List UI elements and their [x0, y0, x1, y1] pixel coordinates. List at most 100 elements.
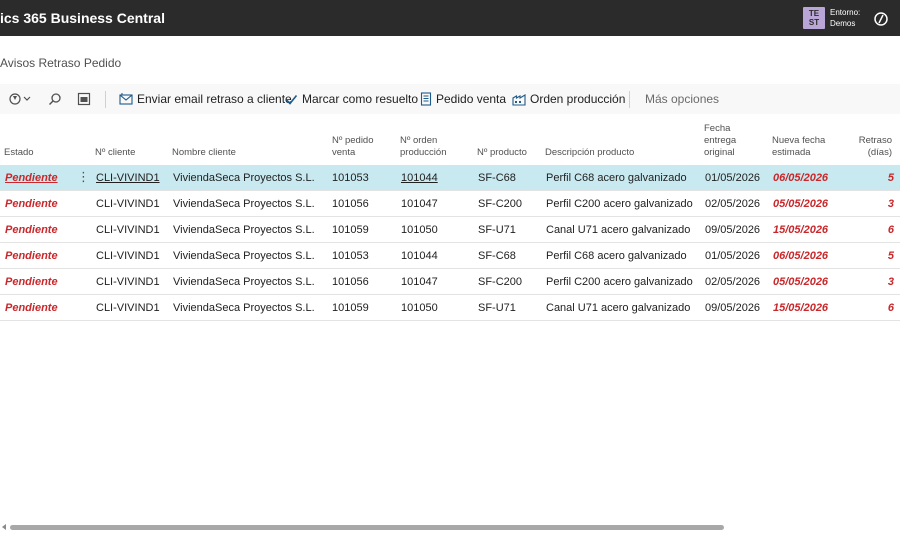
table-row[interactable]: Pendiente CLI-VIVIND1 ViviendaSeca Proye… — [0, 295, 900, 321]
fecha-original-cell: 09/05/2026 — [705, 302, 761, 314]
column-header-descripcion[interactable]: Descripción producto — [545, 147, 634, 159]
descripcion-cell: Perfil C200 acero galvanizado — [546, 276, 693, 288]
layout-icon — [77, 92, 91, 106]
producto-cell: SF-U71 — [478, 302, 516, 314]
cliente-cell[interactable]: CLI-VIVIND1 — [96, 269, 160, 295]
orden-cell[interactable]: 101044 — [401, 243, 438, 269]
email-icon — [119, 93, 133, 105]
nueva-fecha-cell: 15/05/2026 — [773, 224, 829, 236]
estado-cell[interactable]: Pendiente — [5, 191, 58, 217]
pedido-cell: 101053 — [332, 250, 369, 262]
retraso-cell: 6 — [887, 302, 894, 314]
column-header-label: original — [704, 147, 735, 158]
app-title[interactable]: ics 365 Business Central — [0, 10, 165, 26]
orden-cell[interactable]: 101050 — [401, 217, 438, 243]
cliente-cell[interactable]: CLI-VIVIND1 — [96, 295, 160, 321]
column-header-label: Nueva fecha — [772, 135, 826, 146]
estado-cell[interactable]: Pendiente — [5, 165, 58, 191]
cliente-cell[interactable]: CLI-VIVIND1 — [96, 191, 160, 217]
action-bar: Enviar email retraso a cliente Marcar co… — [0, 84, 900, 114]
column-header-label: Nº cliente — [95, 147, 136, 158]
cliente-cell[interactable]: CLI-VIVIND1 — [96, 165, 160, 191]
mark-resolved-label: Marcar como resuelto — [302, 92, 419, 106]
orden-cell[interactable]: 101044 — [401, 165, 438, 191]
orden-cell[interactable]: 101047 — [401, 269, 438, 295]
layout-button[interactable] — [77, 84, 95, 114]
nueva-fecha-cell: 05/05/2026 — [773, 198, 829, 210]
action-separator — [105, 91, 106, 108]
column-header-label: Descripción producto — [545, 147, 635, 158]
nueva-fecha-cell: 06/05/2026 — [773, 172, 829, 184]
scroll-left-icon[interactable] — [2, 524, 6, 530]
nombre-cell: ViviendaSeca Proyectos S.L. — [173, 198, 315, 210]
column-header-nueva-fecha[interactable]: Nueva fecha estimada — [772, 135, 825, 159]
descripcion-cell: Canal U71 acero galvanizado — [546, 302, 691, 314]
column-header-producto[interactable]: Nº producto — [477, 147, 527, 159]
orden-cell[interactable]: 101050 — [401, 295, 438, 321]
pedido-cell: 101056 — [332, 276, 369, 288]
column-header-label: Retraso — [858, 135, 892, 146]
fecha-original-cell: 01/05/2026 — [705, 172, 761, 184]
nombre-cell: ViviendaSeca Proyectos S.L. — [173, 172, 315, 184]
filter-toggle-button[interactable] — [8, 84, 36, 114]
column-header-pedido[interactable]: Nº pedido venta — [332, 135, 374, 159]
column-header-fecha-original[interactable]: Fecha entrega original — [704, 123, 736, 159]
producto-cell: SF-U71 — [478, 224, 516, 236]
production-order-button[interactable]: Orden producción — [512, 84, 625, 114]
producto-cell: SF-C68 — [478, 250, 516, 262]
descripcion-cell: Perfil C200 acero galvanizado — [546, 198, 693, 210]
estado-cell[interactable]: Pendiente — [5, 295, 58, 321]
column-header-retraso[interactable]: Retraso (días) — [854, 135, 892, 159]
environment-badge[interactable]: TE ST — [803, 7, 825, 29]
row-menu-icon[interactable]: ⋮ — [77, 165, 90, 191]
mark-resolved-button[interactable]: Marcar como resuelto — [285, 84, 418, 114]
sales-order-button[interactable]: Pedido venta — [420, 84, 506, 114]
page-title: Avisos Retraso Pedido — [0, 56, 122, 70]
horizontal-scrollbar[interactable] — [0, 523, 900, 532]
nombre-cell: ViviendaSeca Proyectos S.L. — [173, 276, 315, 288]
more-options-button[interactable]: Más opciones — [645, 84, 719, 114]
cliente-cell[interactable]: CLI-VIVIND1 — [96, 243, 160, 269]
nueva-fecha-cell: 06/05/2026 — [773, 250, 829, 262]
column-header-label: Estado — [4, 147, 34, 158]
column-header-label: entrega — [704, 135, 737, 146]
estado-cell[interactable]: Pendiente — [5, 217, 58, 243]
cliente-cell[interactable]: CLI-VIVIND1 — [96, 217, 160, 243]
column-header-label: estimada — [772, 147, 811, 158]
send-delay-email-button[interactable]: Enviar email retraso a cliente — [119, 84, 292, 114]
column-header-orden[interactable]: Nº orden producción — [400, 135, 446, 159]
column-header-label: Nº orden — [400, 135, 438, 146]
column-header-estado[interactable]: Estado — [4, 147, 34, 159]
retraso-cell: 5 — [887, 250, 894, 262]
send-delay-email-label: Enviar email retraso a cliente — [137, 92, 292, 106]
column-header-label: producción — [400, 147, 447, 158]
more-options-label: Más opciones — [645, 92, 720, 106]
table-row[interactable]: Pendiente CLI-VIVIND1 ViviendaSeca Proye… — [0, 243, 900, 269]
fecha-original-cell: 02/05/2026 — [705, 198, 761, 210]
nueva-fecha-cell: 05/05/2026 — [773, 276, 829, 288]
nueva-fecha-cell: 15/05/2026 — [773, 302, 829, 314]
document-icon — [420, 92, 432, 106]
table-row[interactable]: Pendiente ⋮ CLI-VIVIND1 ViviendaSeca Pro… — [0, 165, 900, 191]
descripcion-cell: Perfil C68 acero galvanizado — [546, 172, 687, 184]
nombre-cell: ViviendaSeca Proyectos S.L. — [173, 224, 315, 236]
estado-cell[interactable]: Pendiente — [5, 269, 58, 295]
estado-cell[interactable]: Pendiente — [5, 243, 58, 269]
env-value: Demos — [830, 19, 856, 28]
production-order-label: Orden producción — [530, 92, 626, 106]
search-button[interactable] — [48, 84, 66, 114]
producto-cell: SF-C68 — [478, 172, 516, 184]
copilot-icon[interactable] — [872, 10, 890, 28]
top-bar: ics 365 Business Central TE ST Entorno: … — [0, 0, 900, 36]
table-row[interactable]: Pendiente CLI-VIVIND1 ViviendaSeca Proye… — [0, 217, 900, 243]
table-row[interactable]: Pendiente CLI-VIVIND1 ViviendaSeca Proye… — [0, 191, 900, 217]
column-header-cliente[interactable]: Nº cliente — [95, 147, 135, 159]
scrollbar-thumb[interactable] — [10, 525, 724, 530]
column-header-nombre[interactable]: Nombre cliente — [172, 147, 236, 159]
column-header-label: venta — [332, 147, 356, 158]
nombre-cell: ViviendaSeca Proyectos S.L. — [173, 250, 315, 262]
table-row[interactable]: Pendiente CLI-VIVIND1 ViviendaSeca Proye… — [0, 269, 900, 295]
orden-cell[interactable]: 101047 — [401, 191, 438, 217]
producto-cell: SF-C200 — [478, 276, 523, 288]
sales-order-label: Pedido venta — [436, 92, 507, 106]
